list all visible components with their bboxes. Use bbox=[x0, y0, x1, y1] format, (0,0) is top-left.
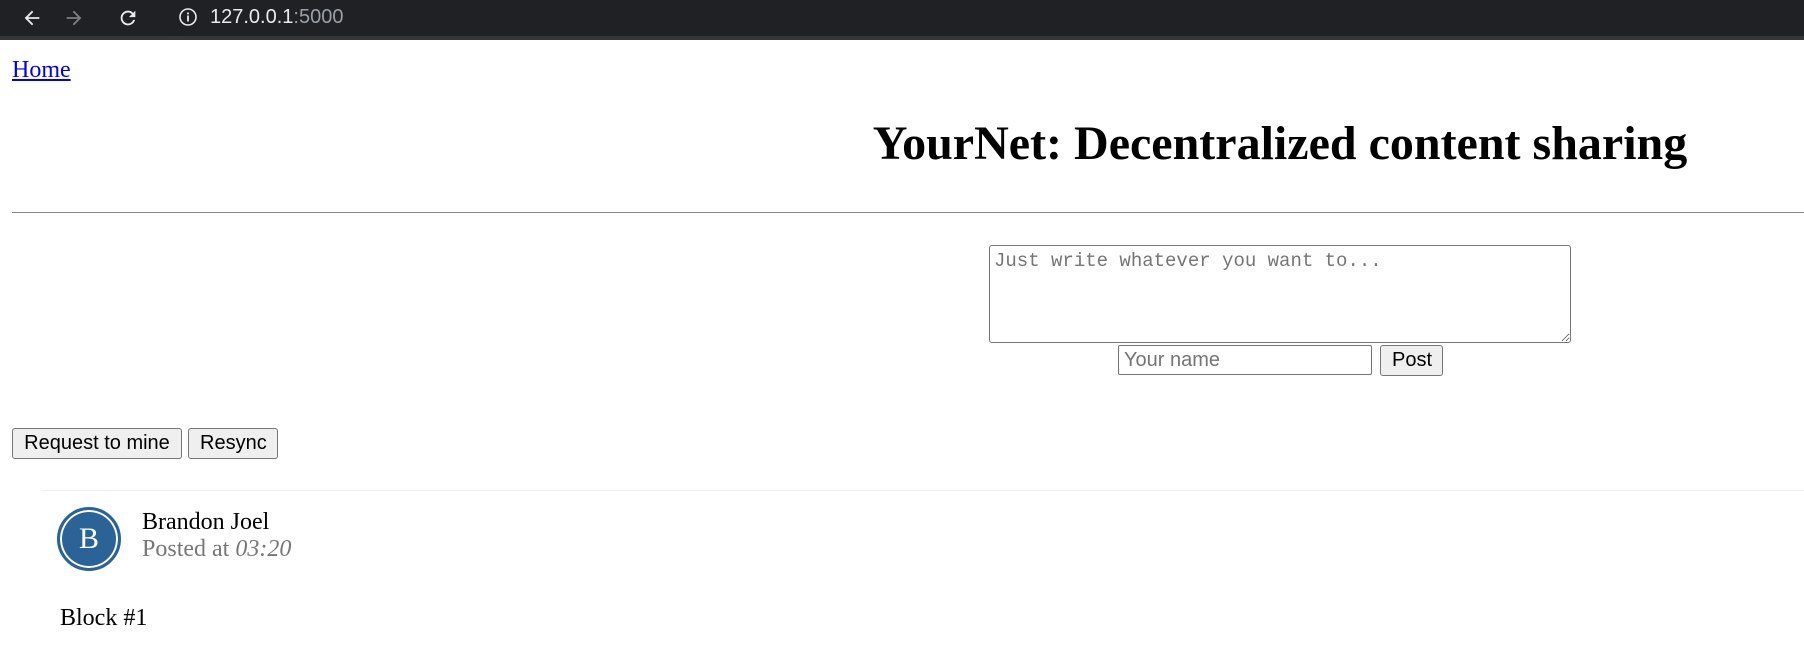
author-name-input[interactable] bbox=[1118, 345, 1372, 375]
post-button[interactable]: Post bbox=[1380, 345, 1443, 376]
post-content: Block #1 bbox=[60, 605, 148, 631]
post-author: Brandon Joel bbox=[142, 509, 270, 535]
title-area: YourNet: Decentralized content sharing bbox=[0, 0, 1804, 180]
post-card: B Brandon Joel Posted at 03:20 Block #1 bbox=[42, 490, 1804, 670]
page-title: YourNet: Decentralized content sharing bbox=[872, 117, 1688, 170]
resync-button[interactable]: Resync bbox=[188, 428, 278, 459]
request-to-mine-button[interactable]: Request to mine bbox=[12, 428, 182, 459]
avatar: B bbox=[57, 507, 121, 571]
posted-prefix: Posted at bbox=[142, 536, 230, 562]
post-time: 03:20 bbox=[235, 536, 292, 562]
post-timestamp: Posted at 03:20 bbox=[142, 536, 291, 563]
post-content-input[interactable] bbox=[989, 245, 1571, 343]
divider bbox=[12, 212, 1804, 213]
